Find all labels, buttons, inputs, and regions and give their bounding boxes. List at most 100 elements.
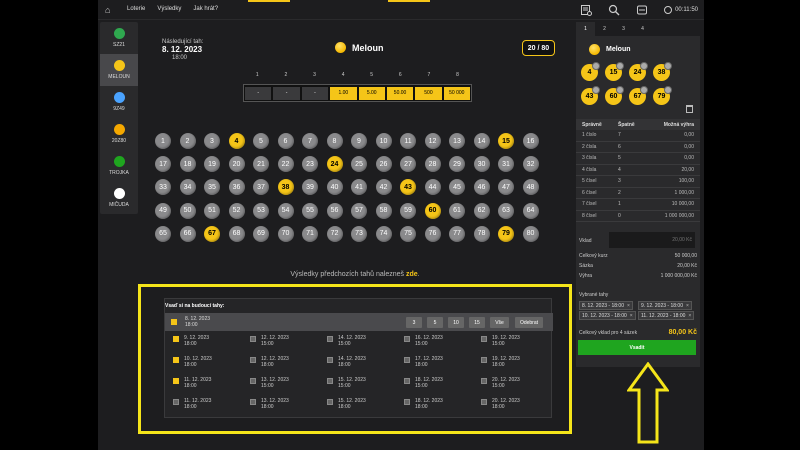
number-ball[interactable]: 8	[326, 133, 343, 149]
number-ball[interactable]: 59	[400, 202, 416, 219]
picked-number[interactable]: 79	[653, 86, 672, 105]
number-ball[interactable]: 26	[375, 156, 392, 173]
number-ball[interactable]: 79	[498, 225, 514, 242]
number-ball[interactable]: 55	[302, 202, 318, 219]
picked-number[interactable]: 38	[653, 62, 672, 81]
number-ball[interactable]: 32	[522, 156, 539, 173]
number-ball[interactable]: 34	[179, 179, 196, 196]
selected-draw-chip[interactable]: 10. 12. 2023 - 18:00 ×	[579, 311, 636, 320]
number-ball[interactable]: 80	[522, 225, 539, 242]
number-ball[interactable]: 24	[326, 156, 343, 173]
number-ball[interactable]: 78	[473, 225, 490, 242]
number-ball[interactable]: 76	[424, 225, 441, 242]
bet-button[interactable]: Vsadit	[578, 340, 696, 355]
number-ball[interactable]: 50	[179, 202, 196, 219]
number-ball[interactable]: 71	[302, 225, 318, 242]
number-ball[interactable]: 5	[253, 133, 269, 149]
number-ball[interactable]: 69	[253, 225, 269, 242]
sidebar-game-4[interactable]: TROJKA	[100, 150, 138, 182]
number-ball[interactable]: 68	[228, 225, 245, 242]
number-ball[interactable]: 6	[277, 133, 294, 149]
number-ball[interactable]: 54	[277, 202, 294, 219]
sidebar-game-3[interactable]: 20Z80	[100, 118, 138, 150]
number-ball[interactable]: 63	[498, 202, 514, 219]
selected-draw-chip[interactable]: 8. 12. 2023 - 18:00 ×	[579, 301, 633, 310]
picked-number[interactable]: 15	[605, 62, 624, 81]
number-ball[interactable]: 39	[302, 179, 318, 196]
number-ball[interactable]: 62	[473, 202, 490, 219]
number-ball[interactable]: 31	[498, 156, 514, 173]
number-ball[interactable]: 58	[375, 202, 392, 219]
number-ball[interactable]: 40	[326, 179, 343, 196]
number-ball[interactable]: 51	[204, 202, 220, 219]
number-ball[interactable]: 28	[424, 156, 441, 173]
stake-input[interactable]	[609, 232, 695, 248]
number-ball[interactable]: 67	[204, 225, 220, 242]
selected-draw-chip[interactable]: 9. 12. 2023 - 18:00 ×	[638, 301, 692, 310]
number-ball[interactable]: 15	[498, 133, 514, 149]
number-ball[interactable]: 1	[155, 133, 171, 149]
sidebar-game-5[interactable]: MIČUDA	[100, 182, 138, 214]
picked-number[interactable]: 60	[605, 86, 624, 105]
number-ball[interactable]: 46	[473, 179, 490, 196]
picked-number[interactable]: 24	[629, 62, 648, 81]
number-ball[interactable]: 44	[424, 179, 441, 196]
number-ball[interactable]: 33	[155, 179, 171, 196]
number-ball[interactable]: 65	[155, 225, 171, 242]
number-ball[interactable]: 3	[204, 133, 220, 149]
nav-how-to-play[interactable]: Jak hrát?	[193, 6, 218, 12]
number-ball[interactable]: 43	[400, 179, 416, 196]
number-ball[interactable]: 12	[424, 133, 441, 149]
remove-icon[interactable]: ×	[688, 313, 691, 319]
number-ball[interactable]: 13	[449, 133, 465, 149]
number-ball[interactable]: 73	[351, 225, 367, 242]
picked-number[interactable]: 67	[629, 86, 648, 105]
number-ball[interactable]: 36	[228, 179, 245, 196]
number-ball[interactable]: 19	[204, 156, 220, 173]
number-ball[interactable]: 22	[277, 156, 294, 173]
picked-number[interactable]: 4	[581, 62, 600, 81]
number-ball[interactable]: 74	[375, 225, 392, 242]
number-ball[interactable]: 56	[326, 202, 343, 219]
number-ball[interactable]: 18	[179, 156, 196, 173]
number-ball[interactable]: 2	[179, 133, 196, 149]
sidebar-game-2[interactable]: 9Z49	[100, 86, 138, 118]
number-ball[interactable]: 14	[473, 133, 490, 149]
remove-icon[interactable]: ×	[630, 313, 633, 319]
remove-icon[interactable]: ×	[627, 303, 630, 309]
remove-icon[interactable]: ×	[686, 303, 689, 309]
number-ball[interactable]: 25	[351, 156, 367, 173]
nav-loterie[interactable]: Loterie	[127, 6, 145, 12]
number-ball[interactable]: 72	[326, 225, 343, 242]
picked-number[interactable]: 43	[581, 86, 600, 105]
number-ball[interactable]: 57	[351, 202, 367, 219]
ticket-tab-2[interactable]: 2	[595, 22, 614, 36]
number-ball[interactable]: 17	[155, 156, 171, 173]
number-ball[interactable]: 20	[228, 156, 245, 173]
number-ball[interactable]: 42	[375, 179, 392, 196]
number-ball[interactable]: 27	[400, 156, 416, 173]
sidebar-game-0[interactable]: SZ21	[100, 22, 138, 54]
number-ball[interactable]: 37	[253, 179, 269, 196]
number-ball[interactable]: 66	[179, 225, 196, 242]
number-ball[interactable]: 7	[302, 133, 318, 149]
number-ball[interactable]: 75	[400, 225, 416, 242]
number-ball[interactable]: 29	[449, 156, 465, 173]
number-ball[interactable]: 16	[522, 133, 539, 149]
sidebar-game-1[interactable]: MELOUN	[100, 54, 138, 86]
ticket-icon[interactable]	[580, 4, 593, 16]
selected-draw-chip[interactable]: 11. 12. 2023 - 18:00 ×	[638, 311, 695, 320]
ticket-tab-1[interactable]: 1	[576, 22, 595, 36]
home-icon[interactable]: ⌂	[105, 5, 115, 15]
trash-icon[interactable]	[686, 105, 693, 113]
ticket-tab-4[interactable]: 4	[633, 22, 652, 36]
number-ball[interactable]: 41	[351, 179, 367, 196]
number-ball[interactable]: 47	[498, 179, 514, 196]
number-ball[interactable]: 11	[400, 133, 416, 149]
fullscreen-icon[interactable]	[636, 4, 648, 16]
number-ball[interactable]: 21	[253, 156, 269, 173]
number-ball[interactable]: 30	[473, 156, 490, 173]
number-ball[interactable]: 10	[375, 133, 392, 149]
number-ball[interactable]: 64	[522, 202, 539, 219]
number-ball[interactable]: 53	[253, 202, 269, 219]
